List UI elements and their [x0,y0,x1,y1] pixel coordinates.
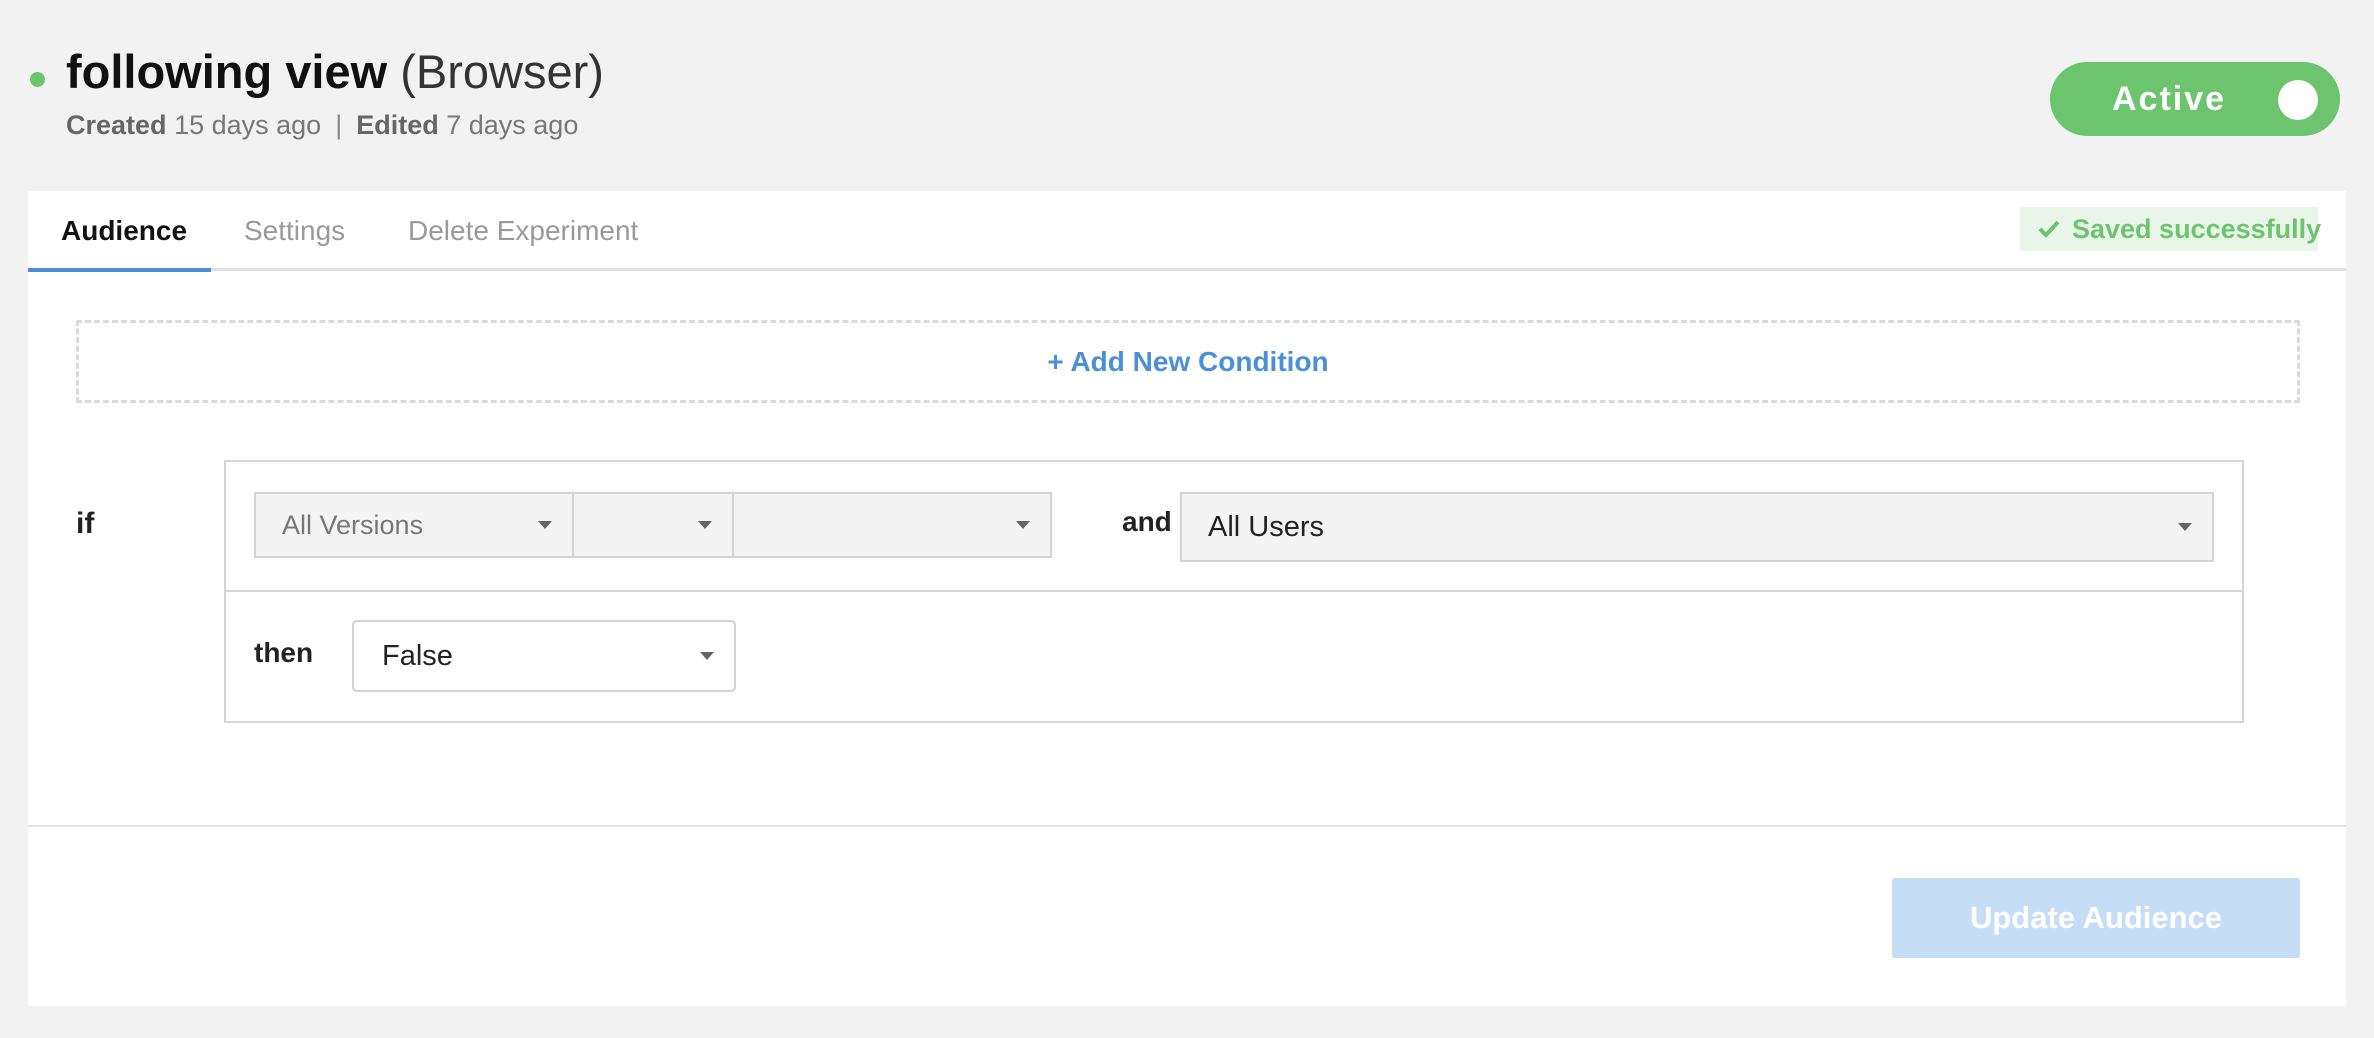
rule-box: All Versions and All Users then False [224,460,2244,723]
chevron-down-icon [2178,523,2192,531]
if-label: if [76,507,95,540]
checkmark-icon [2038,220,2060,238]
experiment-header: following view (Browser) Created 15 days… [0,0,2374,190]
tab-bar: Audience Settings Delete Experiment Save… [28,191,2346,272]
tab-audience[interactable]: Audience [61,191,187,271]
status-dot-icon [30,72,45,87]
users-select[interactable]: All Users [1180,492,2214,562]
experiment-meta: Created 15 days ago | Edited 7 days ago [66,110,578,141]
add-new-condition-button[interactable]: + Add New Condition [76,320,2300,403]
chevron-down-icon [1016,521,1030,529]
active-toggle[interactable]: Active [2050,62,2340,136]
operator-select[interactable] [572,492,734,558]
update-audience-button[interactable]: Update Audience [1892,878,2300,958]
value-select[interactable] [732,492,1052,558]
rule-divider [226,590,2242,592]
experiment-platform: (Browser) [400,45,604,98]
edited-value: 7 days ago [446,110,579,140]
then-select-value: False [382,640,453,672]
saved-status-text: Saved successfully [2072,214,2322,244]
saved-status-badge: Saved successfully [2020,207,2322,251]
chevron-down-icon [698,521,712,529]
users-select-value: All Users [1208,511,1325,543]
meta-separator: | [335,110,343,140]
page-title: following view (Browser) [66,44,604,99]
version-select-value: All Versions [282,510,424,540]
edited-label: Edited [356,110,439,140]
tab-settings[interactable]: Settings [244,191,345,271]
tab-delete-experiment[interactable]: Delete Experiment [408,191,638,271]
chevron-down-icon [700,652,714,660]
audience-card: Audience Settings Delete Experiment Save… [28,191,2346,1006]
active-toggle-label: Active [2112,80,2227,118]
then-select[interactable]: False [352,620,736,692]
chevron-down-icon [538,521,552,529]
toggle-knob [2278,80,2318,120]
created-label: Created [66,110,167,140]
and-label: and [1122,506,1172,537]
experiment-name: following view [66,45,388,98]
version-select[interactable]: All Versions [254,492,574,558]
active-tab-indicator [28,268,211,272]
created-value: 15 days ago [174,110,322,140]
footer-divider [28,825,2346,827]
then-label: then [254,637,314,668]
